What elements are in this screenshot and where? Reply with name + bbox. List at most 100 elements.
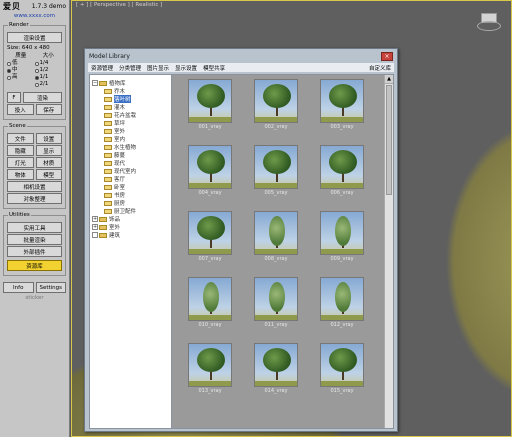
- camera-settings-button[interactable]: 相机设置: [7, 181, 62, 192]
- radio-label: 1/1: [39, 74, 49, 80]
- object-organize-button[interactable]: 对象整理: [7, 193, 62, 204]
- model-thumbnail[interactable]: 008_vray: [254, 211, 298, 263]
- tree-node[interactable]: 藤蔓: [92, 151, 169, 159]
- tree-node[interactable]: + 饰品: [92, 215, 169, 223]
- tree-node-label: 现代: [114, 161, 126, 167]
- lights-button[interactable]: 灯光: [7, 157, 34, 168]
- menu-category-manage[interactable]: 分类管理: [116, 64, 144, 72]
- tree-expander-icon[interactable]: +: [92, 216, 98, 222]
- model-thumbnail[interactable]: 004_vray: [188, 145, 232, 197]
- radio-quality-low[interactable]: 低: [7, 60, 35, 67]
- library-button[interactable]: 资源库: [7, 260, 62, 271]
- info-button[interactable]: Info: [3, 282, 34, 293]
- tree-node[interactable]: 书房: [92, 191, 169, 199]
- radio-label: 中: [12, 67, 18, 73]
- radio-size-quarter[interactable]: 1/4: [34, 60, 63, 67]
- category-tree: − 植物库 乔木 落叶树 灌木 花卉盆栽 草坪 室外 室内 水生植物 藤蔓 现代 现代室内 客厅 卧室 书房厨…: [90, 75, 172, 428]
- radio-indicator: [7, 68, 11, 73]
- folder-icon: [104, 176, 112, 182]
- site-link[interactable]: www.xxxx.com: [0, 13, 69, 19]
- viewcube-icon[interactable]: [477, 11, 501, 33]
- tree-node-label: 饰品: [109, 217, 121, 223]
- model-thumbnail[interactable]: 012_vray: [320, 277, 364, 329]
- model-thumbnail[interactable]: 013_vray: [188, 343, 232, 395]
- tree-node[interactable]: 室内: [92, 135, 169, 143]
- library-titlebar[interactable]: Model Library ×: [85, 49, 397, 63]
- tree-node[interactable]: 现代室内: [92, 167, 169, 175]
- folder-icon: [99, 216, 107, 222]
- file-button[interactable]: 文件: [7, 133, 34, 144]
- scrollbar-thumb[interactable]: [386, 85, 392, 195]
- show-button[interactable]: 显示: [35, 145, 62, 156]
- tree-node[interactable]: 建筑: [92, 231, 169, 239]
- scene-group: Scene 文件 设置 隐藏 显示 灯光 材质 物体 模型 相机设置 对象整理: [3, 123, 66, 209]
- menu-custom-library[interactable]: 自定义库: [366, 64, 394, 72]
- settings-panel-button[interactable]: Settings: [35, 282, 66, 293]
- model-thumbnail[interactable]: 011_vray: [254, 277, 298, 329]
- radio-indicator: [7, 75, 11, 80]
- folder-icon: [104, 104, 112, 110]
- objects-button[interactable]: 物体: [7, 169, 34, 180]
- menu-resource-manage[interactable]: 资源管理: [88, 64, 116, 72]
- tree-node[interactable]: 花卉盆栽: [92, 111, 169, 119]
- tree-node[interactable]: 卧室: [92, 183, 169, 191]
- radio-indicator: [34, 75, 39, 80]
- tree-node[interactable]: 厨房: [92, 199, 169, 207]
- model-thumbnail[interactable]: 009_vray: [320, 211, 364, 263]
- menu-image-display[interactable]: 图片显示: [144, 64, 172, 72]
- tree-node[interactable]: 乔木: [92, 87, 169, 95]
- tree-node[interactable]: 灌木: [92, 103, 169, 111]
- render-setup-button[interactable]: 渲染设置: [7, 32, 62, 43]
- radio-size-full[interactable]: 1/1: [34, 74, 63, 81]
- materials-button[interactable]: 材质: [35, 157, 62, 168]
- model-thumbnail[interactable]: 007_vray: [188, 211, 232, 263]
- tree-node[interactable]: 现代: [92, 159, 169, 167]
- tree-node[interactable]: + 室外: [92, 223, 169, 231]
- model-library-window: Model Library × 资源管理 分类管理 图片显示 显示设置 模型共享…: [84, 48, 398, 432]
- model-thumbnail[interactable]: 015_vray: [320, 343, 364, 395]
- models-button[interactable]: 模型: [35, 169, 62, 180]
- tree-node[interactable]: 客厅: [92, 175, 169, 183]
- menu-model-share[interactable]: 模型共享: [200, 64, 228, 72]
- tree-preview-image: [320, 145, 364, 189]
- radio-size-double[interactable]: 2/1: [34, 81, 63, 88]
- model-thumbnail[interactable]: 006_vray: [320, 145, 364, 197]
- tree-expander-icon[interactable]: −: [92, 80, 98, 86]
- viewport-label[interactable]: [ + ] [ Perspective ] [ Realistic ]: [76, 2, 162, 8]
- library-title: Model Library: [89, 52, 130, 60]
- plugins-button[interactable]: 外部插件: [7, 246, 62, 257]
- tree-node[interactable]: 落叶树: [92, 95, 169, 103]
- save-button[interactable]: 保存: [35, 104, 62, 115]
- settings-button[interactable]: 设置: [35, 133, 62, 144]
- radio-size-half[interactable]: 1/2: [34, 67, 63, 74]
- model-thumbnail[interactable]: 005_vray: [254, 145, 298, 197]
- folder-icon: [104, 200, 112, 206]
- tree-node[interactable]: 厨卫配件: [92, 207, 169, 215]
- radio-quality-high[interactable]: 高: [7, 74, 35, 81]
- scroll-up-arrow-icon[interactable]: ▲: [385, 75, 393, 84]
- batch-render-button[interactable]: 批量渲染: [7, 234, 62, 245]
- menu-display-settings[interactable]: 显示设置: [172, 64, 200, 72]
- tree-node[interactable]: − 植物库: [92, 79, 169, 87]
- input-button[interactable]: 投入: [7, 104, 34, 115]
- thumbnail-scrollbar[interactable]: ▲: [384, 75, 393, 428]
- tree-node[interactable]: 草坪: [92, 119, 169, 127]
- tree-node[interactable]: 水生植物: [92, 143, 169, 151]
- render-button[interactable]: 渲染: [23, 92, 62, 103]
- utilities-button[interactable]: 实用工具: [7, 222, 62, 233]
- tree-expander-icon[interactable]: +: [92, 224, 98, 230]
- close-button[interactable]: ×: [381, 51, 393, 61]
- radio-quality-mid[interactable]: 中: [7, 67, 35, 74]
- model-thumbnail[interactable]: 002_vray: [254, 79, 298, 131]
- tree-preview-image: [254, 277, 298, 321]
- model-thumbnail[interactable]: 001_vray: [188, 79, 232, 131]
- tree-node-label: 室外: [109, 225, 121, 231]
- tree-node[interactable]: 室外: [92, 127, 169, 135]
- model-thumbnail[interactable]: 003_vray: [320, 79, 364, 131]
- thumbnail-caption: 009_vray: [330, 256, 354, 262]
- tree-expander-icon[interactable]: [92, 232, 98, 238]
- model-thumbnail[interactable]: 014_vray: [254, 343, 298, 395]
- hide-button[interactable]: 隐藏: [7, 145, 34, 156]
- model-thumbnail[interactable]: 010_vray: [188, 277, 232, 329]
- f-button[interactable]: F: [7, 92, 21, 103]
